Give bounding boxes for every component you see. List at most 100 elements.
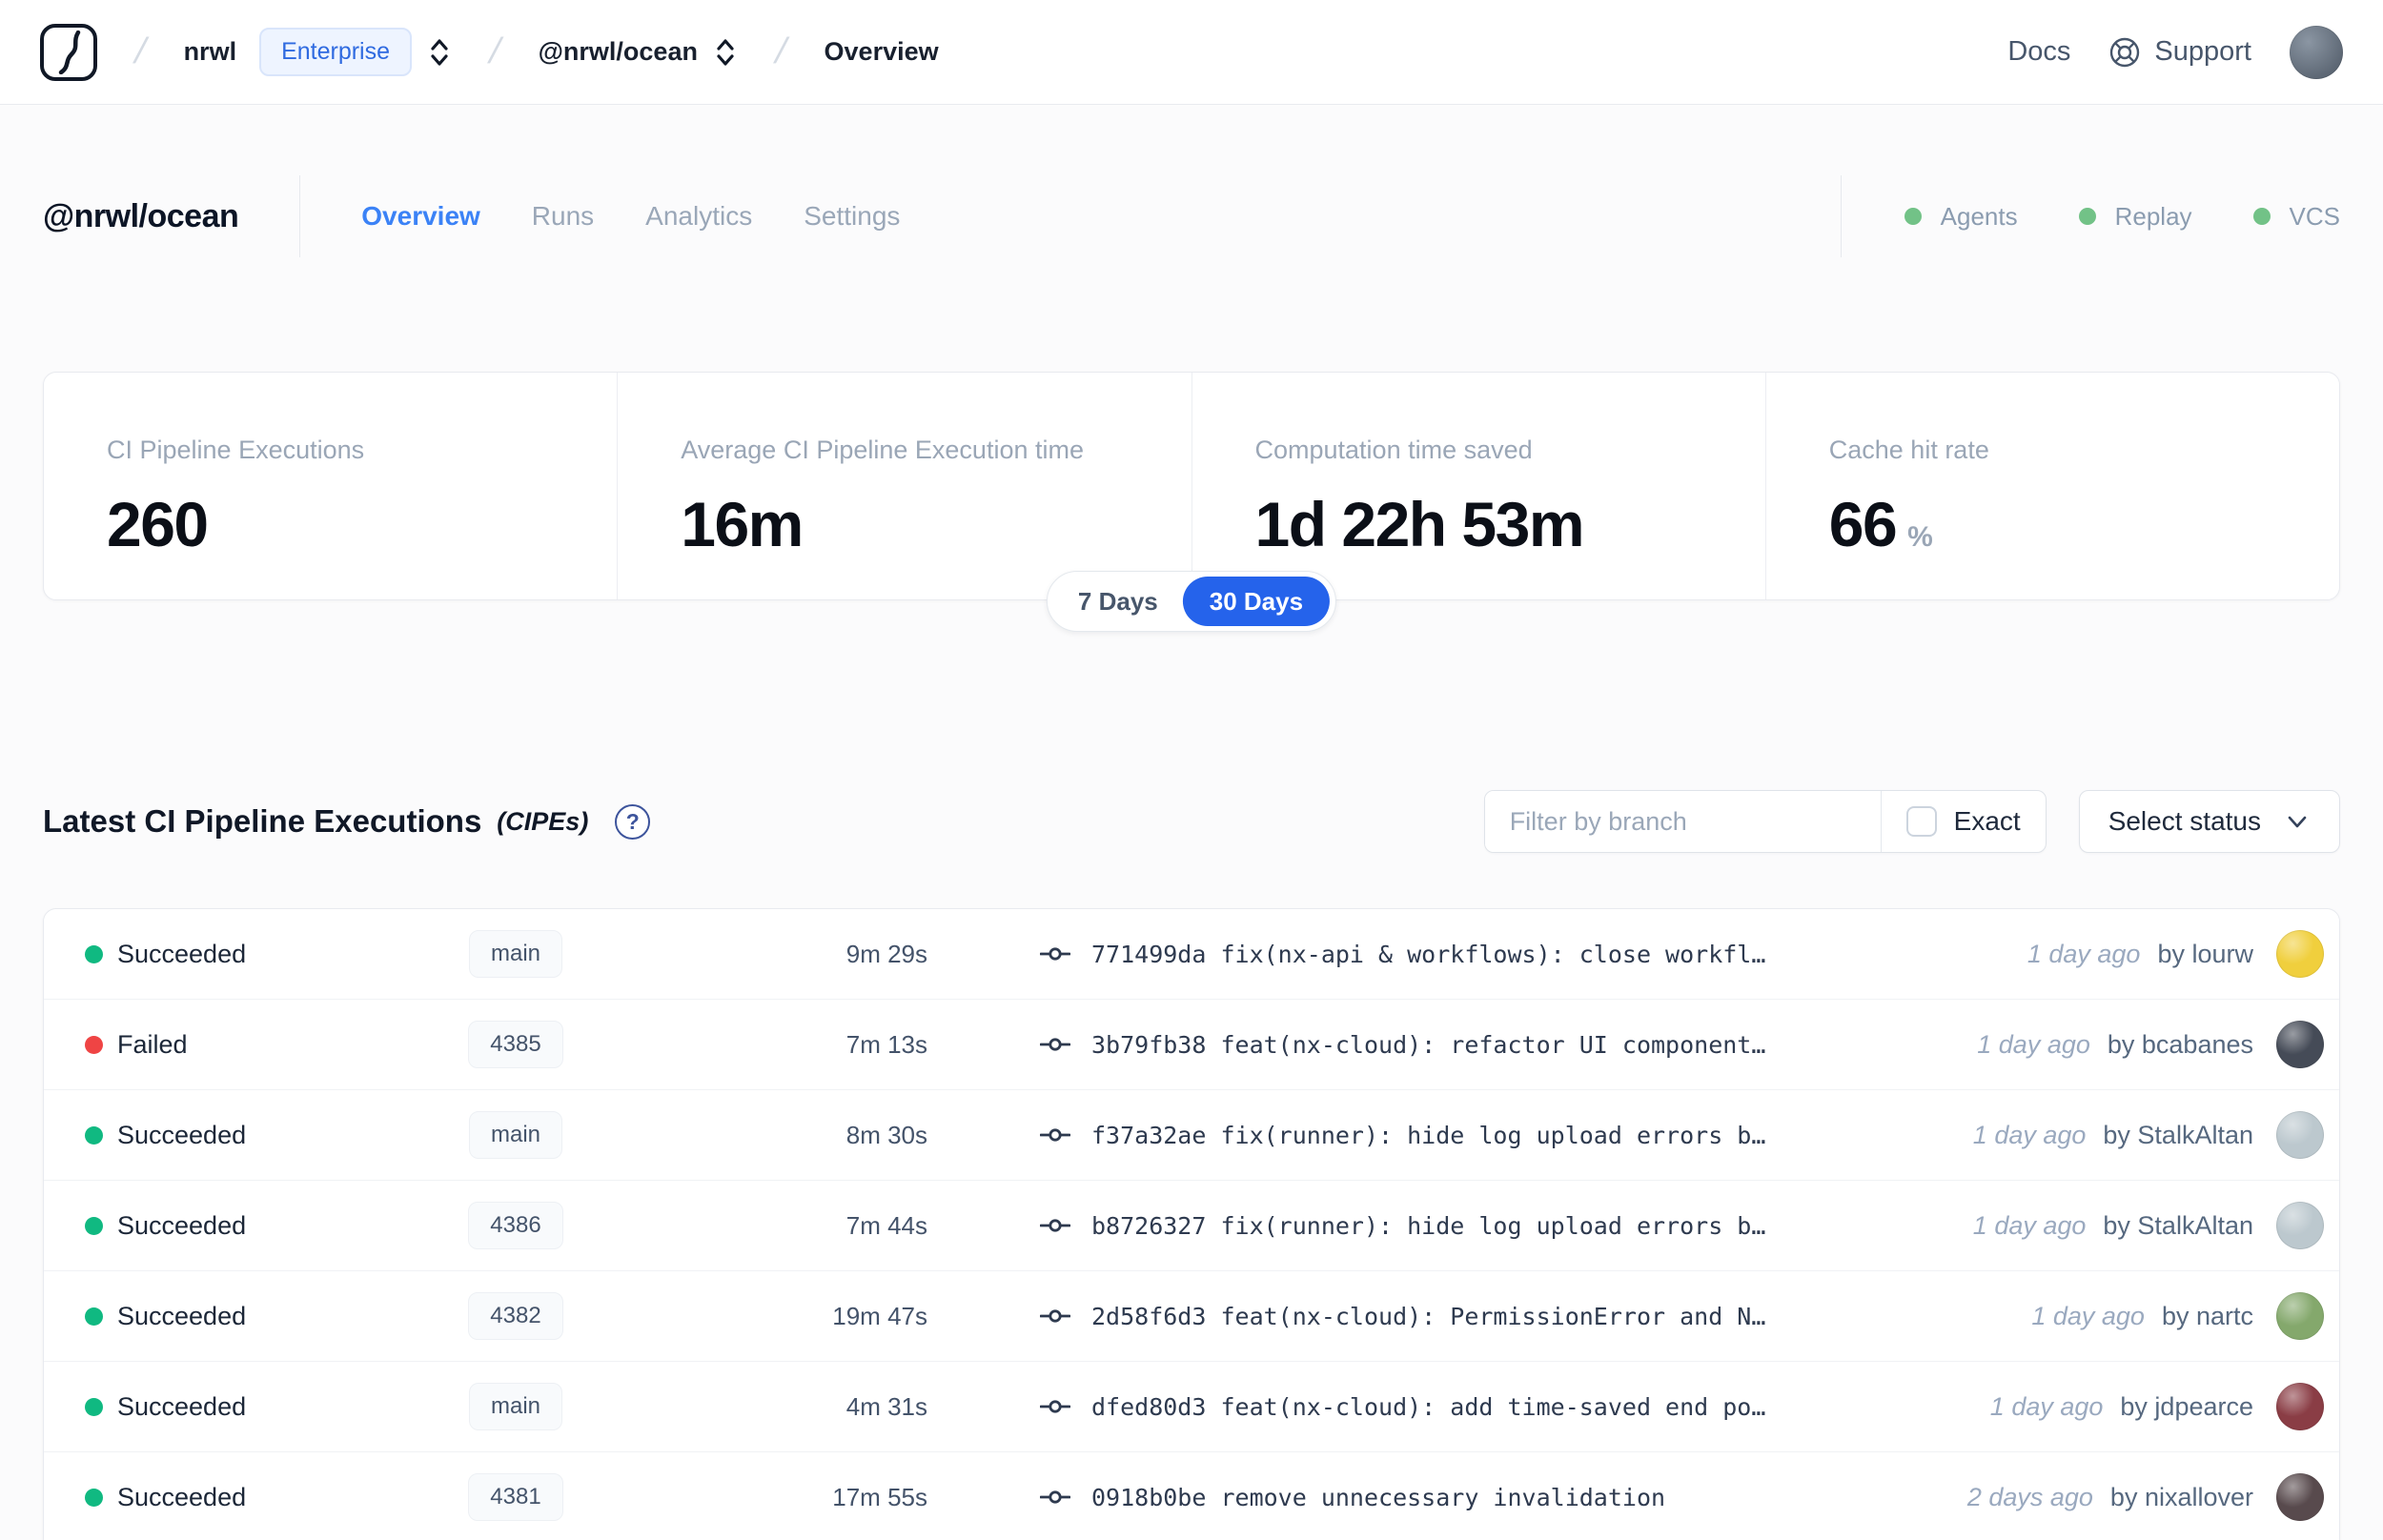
workspace-switcher-button[interactable]	[713, 37, 738, 68]
commit-info: dfed80d3 feat(nx-cloud): add time-saved …	[1040, 1392, 1765, 1421]
nx-cloud-logo[interactable]	[40, 23, 97, 81]
commit-info: 3b79fb38 feat(nx-cloud): refactor UI com…	[1040, 1030, 1765, 1059]
user-avatar[interactable]	[2290, 25, 2343, 79]
stat-label: Computation time saved	[1254, 436, 1533, 464]
stats-panel: CI Pipeline Executions 260 Average CI Pi…	[43, 372, 2340, 632]
status-dot	[85, 944, 103, 963]
status-dot	[85, 1488, 103, 1507]
nx-cloud-logo-glyph	[58, 30, 81, 74]
chevron-up-down-icon	[431, 38, 448, 66]
branch-filter-group: Exact	[1483, 790, 2047, 853]
row-meta: 2 days ago by nixallover	[1967, 1473, 2326, 1521]
git-commit-icon	[1040, 1038, 1070, 1051]
status-dot	[1904, 208, 1922, 225]
stat-value: 260	[107, 489, 209, 559]
status-label: Succeeded	[117, 1210, 247, 1240]
branch-filter-input[interactable]	[1484, 791, 1881, 852]
stat-label: CI Pipeline Executions	[107, 436, 365, 464]
duration: 8m 30s	[845, 1120, 927, 1149]
commit-info: 2d58f6d3 feat(nx-cloud): PermissionError…	[1040, 1302, 1765, 1330]
status-dot	[2252, 208, 2271, 225]
breadcrumb-workspace[interactable]: @nrwl/ocean	[539, 37, 698, 67]
branch-badge: main	[468, 1111, 563, 1159]
divider	[1840, 175, 1842, 257]
table-row[interactable]: Succeeded 4382 19m 47s 2d58f6d3 feat(nx-…	[44, 1271, 2339, 1362]
branch-badge: 4386	[468, 1202, 563, 1249]
table-row[interactable]: Succeeded main 4m 31s dfed80d3 feat(nx-c…	[44, 1362, 2339, 1452]
cipe-table-body: Succeeded main 9m 29s 771499da fix(nx-ap…	[44, 909, 2339, 1540]
branch-badge: 4382	[468, 1292, 563, 1340]
git-commit-icon	[1040, 1490, 1070, 1504]
tab-settings[interactable]: Settings	[804, 201, 900, 232]
integration-replay[interactable]: Replay	[2078, 201, 2192, 232]
duration: 19m 47s	[832, 1301, 927, 1330]
table-row[interactable]: Succeeded main 8m 30s f37a32ae fix(runne…	[44, 1090, 2339, 1181]
row-meta: 1 day ago by bcabanes	[1977, 1021, 2326, 1068]
author-avatar	[2276, 1383, 2324, 1430]
author: by jdpearce	[2120, 1391, 2253, 1421]
toggle-30-days[interactable]: 30 Days	[1182, 577, 1331, 626]
time-ago: 2 days ago	[1966, 1482, 2093, 1511]
status-label: Succeeded	[117, 1482, 247, 1511]
time-ago: 1 day ago	[1977, 1029, 2090, 1059]
exact-checkbox[interactable]	[1905, 806, 1937, 837]
commit-info: 771499da fix(nx-api & workflows): close …	[1040, 940, 1765, 968]
commit-message: dfed80d3 feat(nx-cloud): add time-saved …	[1091, 1392, 1766, 1421]
table-row[interactable]: Succeeded 4386 7m 44s b8726327 fix(runne…	[44, 1181, 2339, 1271]
tab-analytics[interactable]: Analytics	[645, 201, 752, 232]
author-avatar	[2276, 1111, 2324, 1159]
time-ago: 1 day ago	[1989, 1391, 2104, 1421]
exact-label: Exact	[1953, 806, 2021, 836]
integration-agents[interactable]: Agents	[1904, 202, 2018, 232]
breadcrumb-org[interactable]: nrwl	[184, 37, 237, 67]
table-row[interactable]: Succeeded main 9m 29s 771499da fix(nx-ap…	[44, 909, 2339, 1000]
breadcrumb-page: Overview	[824, 37, 939, 66]
toggle-7-days[interactable]: 7 Days	[1053, 577, 1183, 626]
git-commit-icon	[1040, 1400, 1070, 1413]
status-dot	[85, 1397, 103, 1416]
breadcrumb-separator: /	[130, 31, 151, 71]
workspace-tabs: Overview Runs Analytics Settings	[361, 201, 900, 232]
workspace-title: @nrwl/ocean	[43, 197, 239, 234]
branch-badge: 4381	[468, 1473, 563, 1521]
status-label: Succeeded	[117, 1120, 247, 1149]
stat-value: 1d 22h 53m	[1254, 489, 1585, 559]
docs-link[interactable]: Docs	[2007, 36, 2070, 68]
tab-overview[interactable]: Overview	[361, 201, 480, 232]
cipe-section-subtitle: (CIPEs)	[497, 806, 589, 836]
author: by lourw	[2157, 939, 2253, 968]
commit-message: 3b79fb38 feat(nx-cloud): refactor UI com…	[1091, 1030, 1766, 1059]
row-meta: 1 day ago by StalkAltan	[1973, 1111, 2326, 1159]
integration-vcs[interactable]: VCS	[2252, 201, 2340, 232]
support-link[interactable]: Support	[2108, 36, 2251, 69]
workspace-header: @nrwl/ocean Overview Runs Analytics Sett…	[0, 175, 2383, 257]
integration-label: Replay	[2114, 201, 2192, 231]
commit-message: 771499da fix(nx-api & workflows): close …	[1091, 940, 1766, 968]
table-row[interactable]: Succeeded 4381 17m 55s 0918b0be remove u…	[44, 1452, 2339, 1540]
select-status-dropdown[interactable]: Select status	[2078, 790, 2340, 853]
time-ago: 1 day ago	[1972, 1120, 2087, 1149]
author: by bcabanes	[2107, 1029, 2253, 1059]
navbar-actions: Docs Support	[2007, 25, 2343, 79]
author-avatar	[2276, 1021, 2324, 1068]
branch-badge: 4385	[468, 1021, 563, 1068]
org-switcher-button[interactable]	[427, 37, 452, 68]
cipe-section-header: Latest CI Pipeline Executions (CIPEs) ? …	[43, 789, 2340, 854]
status-dot	[2078, 208, 2096, 225]
enterprise-badge[interactable]: Enterprise	[259, 28, 413, 76]
integration-label: VCS	[2289, 201, 2340, 231]
author-avatar	[2276, 1473, 2324, 1521]
stat-card-ci-pipeline-executions: CI Pipeline Executions 260	[44, 373, 617, 599]
cipe-section-title: Latest CI Pipeline Executions	[43, 803, 482, 839]
status-dot	[85, 1216, 103, 1235]
integration-label: Agents	[1940, 201, 2018, 231]
author-avatar	[2276, 1202, 2324, 1249]
breadcrumb: / nrwl Enterprise / @nrwl/ocean / Overvi…	[40, 23, 2007, 81]
tab-runs[interactable]: Runs	[532, 201, 594, 232]
top-navbar: / nrwl Enterprise / @nrwl/ocean / Overvi…	[0, 0, 2383, 105]
stat-label: Average CI Pipeline Execution time	[681, 436, 1084, 464]
branch-badge: main	[468, 1383, 563, 1430]
table-row[interactable]: Failed 4385 7m 13s 3b79fb38 feat(nx-clou…	[44, 1000, 2339, 1090]
help-icon[interactable]: ?	[615, 803, 651, 840]
commit-message: 2d58f6d3 feat(nx-cloud): PermissionError…	[1091, 1302, 1766, 1330]
